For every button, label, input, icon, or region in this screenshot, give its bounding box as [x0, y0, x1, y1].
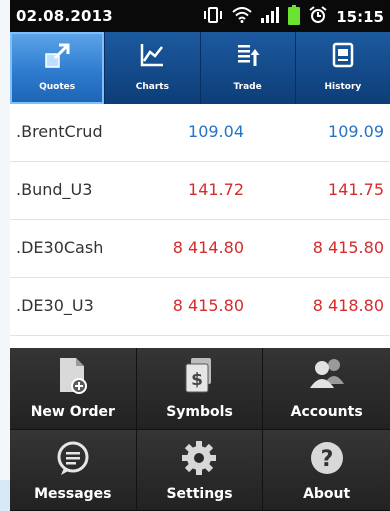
quote-bid: 109.04 [188, 122, 244, 141]
accounts-icon [307, 356, 347, 396]
edge-tint [0, 480, 10, 511]
status-date: 02.08.2013 [16, 7, 113, 25]
quote-symbol: .BrentCrud [16, 122, 103, 141]
chart-icon [139, 42, 165, 72]
tab-charts[interactable]: Charts [105, 32, 201, 104]
menu-label: Settings [166, 486, 233, 502]
quotes-list: .BrentCrud 109.04 109.09 .Bund_U3 141.72… [10, 104, 390, 336]
messages-button[interactable]: Messages [10, 430, 137, 511]
quote-row[interactable]: .DE30_U3 8 415.80 8 418.80 [10, 278, 390, 336]
alarm-icon [309, 6, 327, 28]
new-order-button[interactable]: New Order [10, 348, 137, 430]
quote-symbol: .Bund_U3 [16, 180, 93, 199]
quote-row[interactable]: .DE30Cash 8 414.80 8 415.80 [10, 220, 390, 278]
tab-label: Charts [135, 82, 169, 92]
quote-bid: 8 415.80 [172, 296, 244, 315]
menu-label: Messages [34, 486, 112, 502]
quote-ask: 8 418.80 [312, 296, 384, 315]
symbols-icon: $ [181, 356, 217, 400]
tab-trade[interactable]: Trade [201, 32, 296, 104]
about-button[interactable]: ? About [263, 430, 390, 511]
left-edge [0, 0, 10, 511]
quote-bid: 141.72 [188, 180, 244, 199]
status-icons: 15:15 [203, 5, 384, 29]
new-order-icon [56, 356, 90, 400]
history-icon [330, 42, 356, 72]
menu-label: New Order [30, 404, 115, 420]
menu-label: About [303, 486, 351, 502]
signal-icon [261, 7, 280, 27]
quote-symbol: .DE30_U3 [16, 296, 94, 315]
tab-history[interactable]: History [296, 32, 390, 104]
quote-symbol: .DE30Cash [16, 238, 104, 257]
trade-icon [235, 42, 261, 72]
tab-label: Quotes [39, 82, 76, 92]
quote-row[interactable]: .Bund_U3 141.72 141.75 [10, 162, 390, 220]
tab-label: History [324, 82, 362, 92]
svg-text:$: $ [192, 370, 204, 390]
status-time: 15:15 [336, 8, 384, 26]
settings-icon [179, 438, 219, 482]
quote-bid: 8 414.80 [172, 238, 244, 257]
options-menu: New Order $ Symbols Accounts Messages Se… [10, 348, 390, 511]
tab-bar: Quotes Charts Trade History [10, 32, 390, 104]
quotes-icon [43, 42, 71, 74]
quote-row[interactable]: .BrentCrud 109.04 109.09 [10, 104, 390, 162]
wifi-icon [232, 7, 252, 27]
menu-label: Symbols [166, 404, 233, 420]
status-bar: 02.08.2013 15:15 [10, 0, 390, 32]
svg-text:?: ? [320, 447, 333, 472]
tab-label: Trade [233, 82, 262, 92]
quote-ask: 141.75 [328, 180, 384, 199]
accounts-button[interactable]: Accounts [263, 348, 390, 430]
about-icon: ? [307, 438, 347, 482]
tab-quotes[interactable]: Quotes [10, 32, 106, 104]
settings-button[interactable]: Settings [136, 430, 264, 511]
quote-ask: 109.09 [328, 122, 384, 141]
messages-icon [53, 438, 93, 482]
battery-icon [288, 5, 301, 29]
quote-ask: 8 415.80 [312, 238, 384, 257]
symbols-button[interactable]: $ Symbols [136, 348, 264, 430]
vibrate-icon [203, 6, 223, 28]
menu-label: Accounts [290, 404, 363, 420]
